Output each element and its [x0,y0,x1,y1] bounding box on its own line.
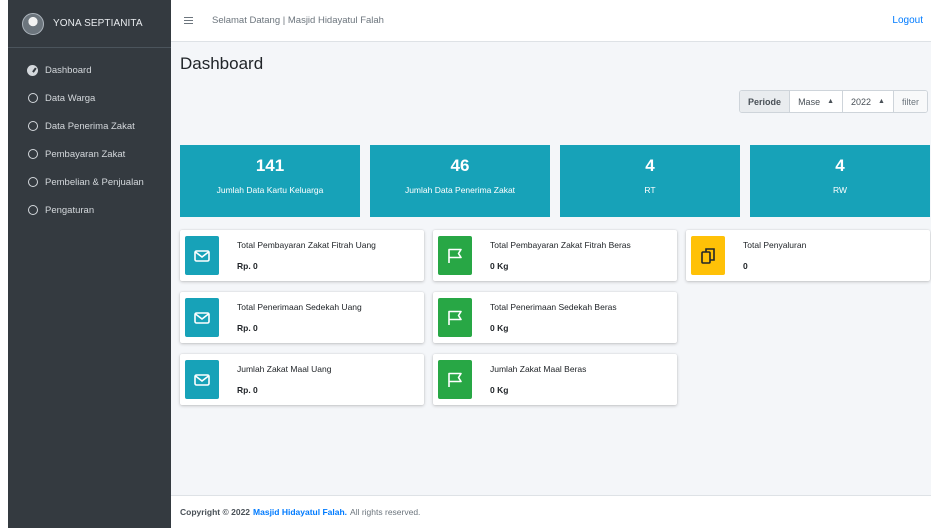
sidebar-item-label: Data Warga [45,92,96,104]
stat-box-penerima-zakat: 46 Jumlah Data Penerima Zakat [370,145,550,217]
footer-brand-link[interactable]: Masjid Hidayatul Falah. [253,507,347,517]
sidebar-item-data-penerima-zakat[interactable]: Data Penerima Zakat [8,112,171,140]
month-select[interactable]: Mase ▲︎ [790,91,844,112]
menu-toggle-icon[interactable] [184,17,193,24]
stat-box-rt: 4 RT [560,145,740,217]
logout-link[interactable]: Logout [892,15,923,26]
sidebar-item-label: Dashboard [45,64,92,76]
envelope-icon [185,298,219,337]
stat-value: 46 [450,156,470,175]
info-box-fitrah-uang: Total Pembayaran Zakat Fitrah Uang Rp. 0 [180,230,424,281]
stat-value: 4 [835,156,845,175]
main-content: Dashboard Periode Mase ▲︎ 2022 ▲︎ filter… [171,42,931,495]
info-box-text: Jumlah Zakat Maal Uang [237,364,332,374]
flag-icon [438,236,472,275]
sidebar: YONA SEPTIANITA Dashboard Data Warga Dat… [8,0,171,528]
top-navbar: Selamat Datang | Masjid Hidayatul Falah … [171,0,931,42]
footer: Copyright © 2022 Masjid Hidayatul Falah.… [171,495,931,528]
info-box-value: 0 Kg [490,261,509,271]
info-box-maal-beras: Jumlah Zakat Maal Beras 0 Kg [433,354,677,405]
info-box-fitrah-beras: Total Pembayaran Zakat Fitrah Beras 0 Kg [433,230,677,281]
sidebar-item-pengaturan[interactable]: Pengaturan [8,196,171,224]
sidebar-nav: Dashboard Data Warga Data Penerima Zakat… [8,48,171,224]
sidebar-item-label: Pembelian & Penjualan [45,176,144,188]
year-select-value: 2022 [851,96,872,107]
stat-label: RT [644,185,656,195]
info-box-maal-uang: Jumlah Zakat Maal Uang Rp. 0 [180,354,424,405]
page-title: Dashboard [180,54,264,73]
period-filter: Periode Mase ▲︎ 2022 ▲︎ filter [739,90,928,113]
avatar [22,12,44,35]
info-box-sedekah-uang: Total Penerimaan Sedekah Uang Rp. 0 [180,292,424,343]
sidebar-item-dashboard[interactable]: Dashboard [8,56,171,84]
flag-icon [438,298,472,337]
sidebar-item-label: Data Penerima Zakat [45,120,135,132]
sidebar-item-pembayaran-zakat[interactable]: Pembayaran Zakat [8,140,171,168]
footer-rights: All rights reserved. [350,507,421,517]
period-label: Periode [740,91,791,112]
copy-icon [691,236,725,275]
info-box-value: 0 [743,261,748,271]
circle-icon [27,205,38,216]
info-box-text: Total Penerimaan Sedekah Uang [237,302,362,312]
select-arrows-icon: ▲︎ [827,98,835,105]
stat-value: 4 [645,156,655,175]
info-box-value: Rp. 0 [237,323,258,333]
stat-value: 141 [255,156,285,175]
stat-box-rw: 4 RW [750,145,930,217]
stat-label: Jumlah Data Penerima Zakat [404,185,516,195]
info-box-text: Jumlah Zakat Maal Beras [490,364,587,374]
filter-button[interactable]: filter [893,91,927,112]
select-arrows-icon: ▲︎ [878,98,885,105]
info-box-value: Rp. 0 [237,385,258,395]
sidebar-item-pembelian-penjualan[interactable]: Pembelian & Penjualan [8,168,171,196]
footer-copyright: Copyright © 2022 [180,507,251,517]
dashboard-icon [27,64,38,76]
info-box-text: Total Pembayaran Zakat Fitrah Uang [237,240,376,250]
circle-icon [27,121,38,132]
circle-icon [27,93,38,104]
info-box-sedekah-beras: Total Penerimaan Sedekah Beras 0 Kg [433,292,677,343]
sidebar-item-label: Pembayaran Zakat [45,148,126,160]
info-box-penyaluran: Total Penyaluran 0 [686,230,930,281]
year-select[interactable]: 2022 ▲︎ [843,91,894,112]
sidebar-item-data-warga[interactable]: Data Warga [8,84,171,112]
envelope-icon [185,360,219,399]
info-box-text: Total Penerimaan Sedekah Beras [490,302,617,312]
info-box-value: Rp. 0 [237,261,258,271]
envelope-icon [185,236,219,275]
welcome-text: Selamat Datang | Masjid Hidayatul Falah [212,15,384,26]
user-name[interactable]: YONA SEPTIANITA [53,18,143,29]
circle-icon [27,177,38,188]
info-box-text: Total Penyaluran [743,240,807,250]
info-box-value: 0 Kg [490,385,509,395]
stat-label: Jumlah Data Kartu Keluarga [216,185,324,195]
info-box-text: Total Pembayaran Zakat Fitrah Beras [490,240,631,250]
circle-icon [27,149,38,160]
stat-box-kartu-keluarga: 141 Jumlah Data Kartu Keluarga [180,145,360,217]
info-box-value: 0 Kg [490,323,509,333]
user-panel[interactable]: YONA SEPTIANITA [8,0,171,48]
flag-icon [438,360,472,399]
month-select-value: Mase [798,96,821,107]
sidebar-item-label: Pengaturan [45,204,95,216]
stat-label: RW [832,185,847,195]
